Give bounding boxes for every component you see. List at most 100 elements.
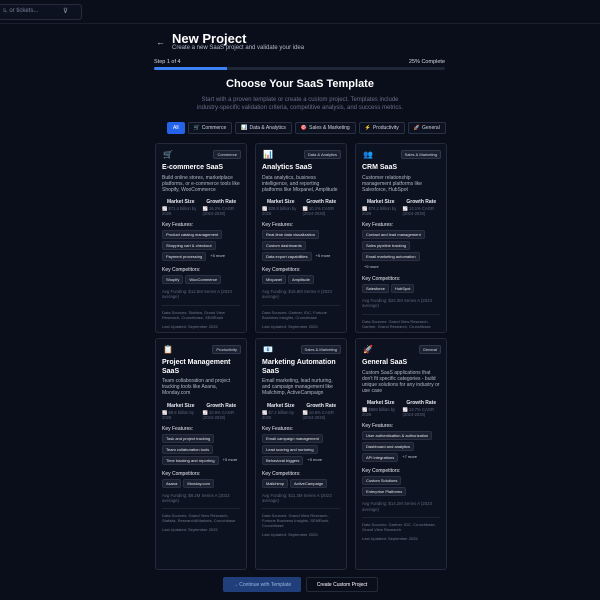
features-list: Real-time data visualization Custom dashb…: [262, 230, 340, 262]
competitor-chip: Mailchimp: [262, 478, 289, 488]
feature-chip: Custom dashboards: [262, 241, 306, 251]
template-description: Custom SaaS applications that don't fit …: [362, 369, 440, 395]
divider: [262, 508, 340, 510]
competitors-label: Key Competitors:: [262, 470, 301, 477]
category-badge: Productivity: [212, 345, 241, 354]
back-arrow-icon[interactable]: ←: [156, 37, 165, 47]
competitor-chip: Monday.com: [183, 478, 214, 488]
template-card[interactable]: 📊 Data & Analytics Analytics SaaS Data anal…: [255, 143, 347, 333]
continue-with-template-button[interactable]: → Continue with Template: [223, 577, 301, 592]
competitor-chip: ActiveCampaign: [290, 478, 328, 488]
filter-label: General: [422, 125, 440, 131]
competitor-chip: Enterprise Platforms: [362, 487, 407, 497]
last-updated: Last Updated: September 2025: [262, 323, 318, 329]
template-card[interactable]: 🚀 General General SaaS Custom SaaS applicat…: [355, 338, 447, 570]
filter-icon: ⚡: [364, 125, 371, 131]
last-updated: Last Updated: September 2025: [362, 535, 418, 541]
template-icon: 🛒: [163, 150, 173, 159]
filter-label: Data & Analytics: [249, 125, 286, 131]
avg-funding: Avg Funding: $15.8M Series A (2023 avera…: [262, 289, 332, 300]
divider: [262, 304, 340, 306]
competitors-list: Mailchimp ActiveCampaign: [262, 478, 340, 488]
more-features: +5 more: [364, 264, 379, 270]
metrics-row: Market Size 📈 $7.2 billion by 2026 Growth …: [262, 403, 340, 420]
filter-label: Productivity: [372, 125, 399, 131]
feature-chip: Dashboard and analytics: [362, 442, 415, 452]
features-label: Key Features:: [162, 425, 194, 432]
metrics-row: Market Size 📈 $71.4 billion by 2026 Growth…: [162, 199, 240, 216]
market-size: Market Size 📈 $71.4 billion by 2026: [162, 199, 200, 216]
template-icon: 👥: [363, 150, 373, 159]
market-size: Market Size 📈 $908 billion by 2026: [362, 400, 400, 417]
template-card[interactable]: 🛒 Commerce E-commerce SaaS Build online sto…: [155, 143, 247, 333]
feature-chip: Team collaboration tools: [162, 444, 214, 454]
template-card[interactable]: 📧 Sales & Marketing Marketing Automation S…: [255, 338, 347, 570]
growth-rate: Growth Rate 📈 10.1% CAGR (2024-2030): [303, 199, 341, 216]
category-badge: Sales & Marketing: [300, 345, 341, 354]
data-sources: Data Sources: Gartner, IDC, Crunchbase, …: [362, 521, 436, 532]
progress-percent: 25% Complete: [408, 59, 445, 65]
data-sources: Data Sources: Grand View Research, Fortu…: [262, 513, 330, 529]
avg-funding: Avg Funding: $11.3M Series A (2023 avera…: [262, 492, 332, 503]
category-badge: Data & Analytics: [303, 150, 341, 159]
market-size-label: Market Size: [266, 402, 295, 409]
template-card[interactable]: 👥 Sales & Marketing CRM SaaS Customer relat…: [355, 143, 447, 333]
competitor-chip: Custom Solutions: [362, 476, 402, 486]
filter-icon[interactable]: ⊽: [63, 7, 68, 15]
filter-tab-general[interactable]: 🚀 General: [407, 122, 446, 134]
step-indicator: Step 1 of 4: [154, 59, 181, 65]
market-size: Market Size 📈 $9.8 billion by 2026: [162, 403, 200, 420]
page-subtitle: Create a new SaaS project and validate y…: [172, 45, 305, 51]
avg-funding: Avg Funding: $8.2M Series A (2023 averag…: [162, 492, 230, 503]
more-features: +7 more: [402, 454, 418, 460]
filter-label: All: [173, 125, 179, 131]
top-bar: s, or tickets... ⊽: [0, 0, 600, 24]
growth-rate-label: Growth Rate: [306, 199, 337, 206]
template-icon: 📧: [263, 345, 273, 354]
growth-rate: Growth Rate 📈 10.6% CAGR (2024-2030): [303, 403, 341, 420]
filter-tab-all[interactable]: All: [167, 122, 185, 134]
filter-icon: 📊: [241, 125, 248, 131]
template-description: Team collaboration and project tracking …: [162, 378, 231, 397]
features-list: Task and project tracking Team collaborat…: [162, 433, 240, 465]
metrics-row: Market Size 📈 $9.8 billion by 2026 Growth …: [162, 403, 240, 420]
template-description: Data analytics, business intelligence, a…: [262, 174, 338, 193]
feature-chip: Behavioral triggers: [262, 455, 304, 465]
competitor-chip: Salesforce: [362, 284, 389, 294]
template-card[interactable]: 📋 Productivity Project Management SaaS Team…: [155, 338, 247, 570]
filter-tab-productivity[interactable]: ⚡ Productivity: [358, 122, 405, 134]
search-placeholder: s, or tickets...: [3, 8, 39, 14]
growth-rate-label: Growth Rate: [406, 199, 437, 206]
template-icon: 📋: [163, 345, 173, 354]
filter-tab-data-analytics[interactable]: 📊 Data & Analytics: [235, 122, 292, 134]
filter-label: Sales & Marketing: [309, 125, 350, 131]
features-label: Key Features:: [262, 222, 294, 229]
template-description: Customer relationship management platfor…: [362, 174, 423, 193]
competitors-label: Key Competitors:: [162, 470, 201, 477]
filter-tab-sales-marketing[interactable]: 🎯 Sales & Marketing: [294, 122, 356, 134]
category-badge: Sales & Marketing: [400, 150, 441, 159]
competitors-label: Key Competitors:: [262, 267, 301, 274]
create-custom-project-button[interactable]: Create Custom Project: [306, 577, 378, 592]
market-size: Market Size 📈 $7.2 billion by 2026: [262, 403, 300, 420]
filter-tab-commerce[interactable]: 🛒 Commerce: [187, 122, 233, 134]
metrics-row: Market Size 📈 $28.8 billion by 2026 Growth…: [262, 199, 340, 216]
search-input[interactable]: s, or tickets... ⊽: [0, 4, 82, 20]
features-list: Email campaign management Lead scoring an…: [262, 433, 340, 465]
feature-chip: Email campaign management: [262, 433, 323, 443]
market-size-value: 📈 $7.2 billion by 2026: [262, 409, 294, 420]
more-features: +5 more: [307, 456, 323, 462]
template-description: Email marketing, lead nurturing, and cam…: [262, 378, 333, 397]
filter-icon: 🚀: [413, 125, 421, 131]
feature-chip: Email marketing automation: [362, 252, 420, 262]
growth-rate-label: Growth Rate: [206, 402, 237, 409]
template-title: Marketing Automation SaaS: [262, 359, 336, 375]
competitors-list: Asana Monday.com: [162, 478, 240, 488]
page-title: New Project: [172, 31, 247, 46]
features-list: Product catalog management Shopping cart …: [162, 230, 240, 262]
competitors-label: Key Competitors:: [362, 276, 401, 283]
competitor-chip: Mixpanel: [262, 275, 287, 285]
features-label: Key Features:: [362, 423, 394, 430]
more-features: +5 more: [222, 456, 238, 462]
feature-chip: Task and project tracking: [162, 433, 215, 443]
